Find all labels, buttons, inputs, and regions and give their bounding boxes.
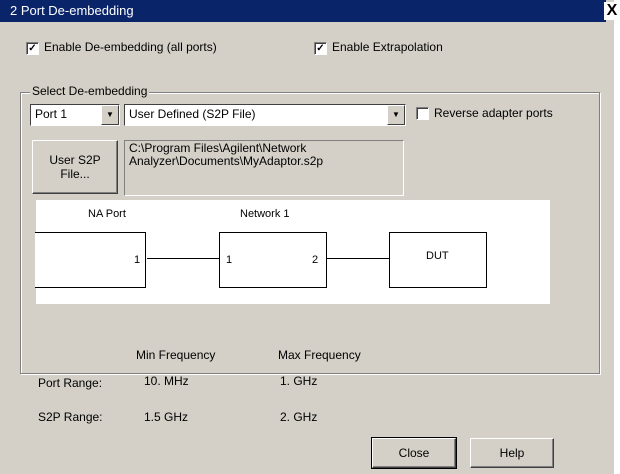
network-label: Network 1 [240,208,290,220]
enable-extrapolation-checkbox[interactable]: ✓ [314,42,327,55]
connection-line [147,258,219,259]
s2p-range-label: S2P Range: [38,410,103,424]
select-deembedding-title: Select De-embedding [30,84,150,98]
deembedding-dialog: 2 Port De-embedding X ✓ Enable De-embedd… [0,0,620,474]
connection-diagram: NA Port 1 Network 1 1 2 DUT [35,200,550,304]
port-range-max: 1. GHz [280,374,318,388]
reverse-adapter-label[interactable]: Reverse adapter ports [434,106,553,120]
network-pin-right: 2 [312,254,319,266]
deembedding-type-value: User Defined (S2P File) [129,107,256,121]
na-port-pin: 1 [134,254,141,266]
enable-extrapolation-label[interactable]: Enable Extrapolation [332,40,443,54]
enable-deembedding-label[interactable]: Enable De-embedding (all ports) [44,40,217,54]
enable-deembedding-checkbox[interactable]: ✓ [26,42,39,55]
close-window-icon[interactable]: X [604,2,620,20]
chevron-down-icon[interactable]: ▼ [387,105,405,125]
port-range-min: 10. MHz [144,374,189,388]
na-port-label: NA Port [88,208,126,220]
user-s2p-file-button[interactable]: User S2P File... [32,140,118,194]
na-port-box [35,232,146,288]
chevron-down-icon[interactable]: ▼ [101,105,119,125]
connection-line [327,258,389,259]
window-title: 2 Port De-embedding [10,3,134,18]
dut-label: DUT [426,250,449,262]
s2p-range-max: 2. GHz [280,410,318,424]
title-bar[interactable]: 2 Port De-embedding [0,0,606,22]
port-select[interactable]: Port 1 ▼ [30,104,120,126]
user-s2p-button-line1: User S2P [49,153,101,167]
min-frequency-header: Min Frequency [136,348,216,362]
port-range-label: Port Range: [38,376,103,390]
deembedding-type-select[interactable]: User Defined (S2P File) ▼ [124,104,406,126]
s2p-range-min: 1.5 GHz [144,410,189,424]
file-path-line2: Analyzer\Documents\MyAdaptor.s2p [129,154,324,168]
reverse-adapter-checkbox[interactable] [416,107,429,120]
network-box [219,232,327,288]
max-frequency-header: Max Frequency [278,348,361,362]
user-s2p-button-line2: File... [60,167,90,181]
network-pin-left: 1 [226,254,233,266]
s2p-file-path: C:\Program Files\Agilent\Network Analyze… [124,140,404,196]
close-button[interactable]: Close [371,437,457,469]
file-path-line1: C:\Program Files\Agilent\Network [129,141,307,155]
help-button[interactable]: Help [470,438,554,468]
port-select-value: Port 1 [35,107,68,121]
